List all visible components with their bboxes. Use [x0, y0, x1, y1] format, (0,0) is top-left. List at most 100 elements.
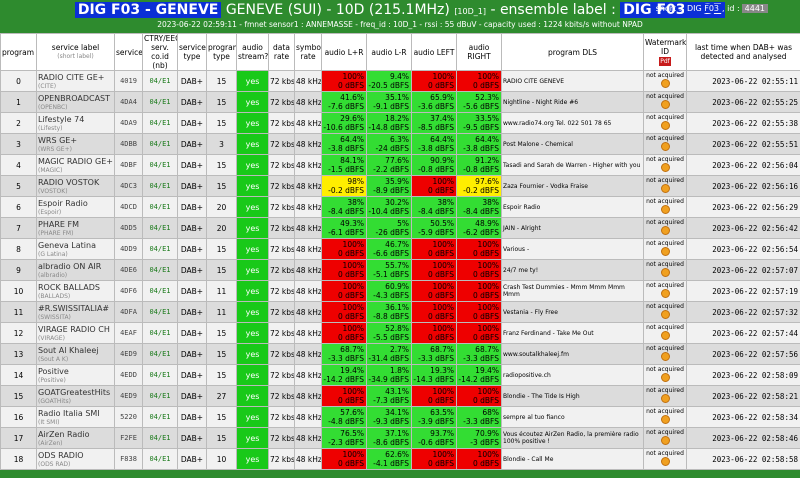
service-label: AirZen Radio	[38, 429, 90, 439]
table-row[interactable]: 13 Sout Al Khaleej (Sout A K) 4ED9 04/E1 DAB+…	[0, 343, 800, 365]
audio-right-level: 33.5% -9.5 dBFS	[456, 112, 502, 134]
table-row[interactable]: 6 Espoir Radio (Espoir) 4DCD 04/E1 DAB+ 20 yes 7…	[0, 196, 800, 218]
program-index: 15	[0, 385, 37, 407]
program-dls: www.soutalkhaleej.fm	[501, 343, 644, 365]
service-id: 4DD5	[114, 217, 143, 239]
service-label-cell: ODS RADIO (ODS RAD)	[36, 448, 115, 470]
program-type: 11	[206, 280, 237, 302]
audio-l-minus-r-dbfs: -31.4 dBFS	[368, 354, 409, 363]
col-service-label[interactable]: service label (short label)	[36, 33, 115, 71]
country-code: 04/E1	[142, 259, 178, 281]
audio-lr-dbfs: 0 dBFS	[337, 249, 364, 258]
audio-right-level: 100% 0 dBFS	[456, 301, 502, 323]
symbol-rate: 48 kHz	[294, 196, 322, 218]
data-rate: 72 kbs	[268, 175, 295, 197]
col-audio-stream[interactable]: audio stream?	[236, 33, 269, 71]
symbol-rate: 48 kHz	[294, 385, 322, 407]
audio-left-level: 100% 0 dBFS	[411, 259, 457, 281]
table-row[interactable]: 10 ROCK BALLADS (BALLADS) 4DF6 04/E1 DAB+ 11 ye…	[0, 280, 800, 302]
col-program-dls[interactable]: program DLS	[501, 33, 644, 71]
audio-left-level: 93.7% -0.6 dBFS	[411, 427, 457, 449]
audio-stream-status: yes	[236, 196, 269, 218]
table-row[interactable]: 5 RADIO VOSTOK (VOSTOK) 4DC3 04/E1 DAB+ 15 yes 7…	[0, 175, 800, 197]
audio-lr-level: 100% 0 dBFS	[321, 385, 367, 407]
program-dls: Crash Test Dummies - Mmm Mmm Mmm Mmm	[501, 280, 644, 302]
table-row[interactable]: 17 AirZen Radio (AirZen) F2FE 04/E1 DAB+ 15 yes…	[0, 427, 800, 449]
col-symbol-rate[interactable]: symbol rate	[294, 33, 322, 71]
service-id: 4ED9	[114, 343, 143, 365]
watermark-cell: not acquired	[643, 280, 687, 302]
col-audio-l-minus-r[interactable]: audio L-R	[366, 33, 412, 71]
col-service-id[interactable]: service id	[114, 33, 143, 71]
audio-left-percent: 100%	[432, 387, 454, 396]
table-row[interactable]: 2 Lifestyle 74 (Lifesty) 4DA9 04/E1 DAB+ 15 yes…	[0, 112, 800, 134]
program-index: 0	[0, 70, 37, 92]
col-country[interactable]: CTRY/EEC serv. co.id (nb)	[142, 33, 178, 71]
col-data-rate[interactable]: data rate	[268, 33, 295, 71]
audio-lr-percent: 100%	[342, 450, 364, 459]
program-type: 15	[206, 322, 237, 344]
audio-l-minus-r-percent: 9.4%	[389, 72, 409, 81]
audio-l-minus-r-percent: 5%	[397, 219, 409, 228]
program-type: 15	[206, 238, 237, 260]
table-row[interactable]: 4 MAGIC RADIO GE+ (MAGIC) 4DBF 04/E1 DAB+ 15 ye…	[0, 154, 800, 176]
last-detected-time: 2023-06-22 02:55:38	[686, 112, 800, 134]
watermark-status: not acquired	[646, 177, 684, 184]
watermark-status: not acquired	[646, 135, 684, 142]
audio-left-dbfs: -8.4 dBFS	[418, 207, 454, 216]
audio-left-level: 100% 0 dBFS	[411, 175, 457, 197]
table-row[interactable]: 15 GOATGreatestHits (GOATHits) 4ED9 04/E1 DAB…	[0, 385, 800, 407]
col-last-time[interactable]: last time when DAB+ was detected and ana…	[686, 33, 800, 71]
service-type: DAB+	[177, 217, 207, 239]
audio-l-minus-r-dbfs: -5.1 dBFS	[373, 270, 409, 279]
table-row[interactable]: 0 RADIO CITE GE+ (CITE) 4019 04/E1 DAB+ 15 yes 7…	[0, 70, 800, 92]
audio-lr-percent: 29.6%	[340, 114, 364, 123]
audio-left-percent: 65.9%	[430, 93, 454, 102]
watermark-status: not acquired	[646, 429, 684, 436]
audio-l-minus-r-level: 35.1% -9.1 dBFS	[366, 91, 412, 113]
col-program-type[interactable]: program type	[206, 33, 237, 71]
table-row[interactable]: 1 OPENBROADCAST (OPENBC) 4DA4 04/E1 DAB+ 15 yes…	[0, 91, 800, 113]
table-row[interactable]: 3 WRS GE+ (WRS GE+) 4DBB 04/E1 DAB+ 3 yes 72 kbs…	[0, 133, 800, 155]
watermark-status: not acquired	[646, 219, 684, 226]
program-index: 4	[0, 154, 37, 176]
audio-left-percent: 100%	[432, 177, 454, 186]
watermark-status: not acquired	[646, 282, 684, 289]
short-label: (albradio)	[38, 271, 68, 279]
status-dot-icon	[660, 163, 670, 172]
short-label: (It SMI)	[38, 418, 60, 426]
symbol-rate: 48 kHz	[294, 112, 322, 134]
table-row[interactable]: 16 Radio Italia SMI (It SMI) 5220 04/E1 DAB+ 1…	[0, 406, 800, 428]
short-label: (BALLADS)	[38, 292, 71, 300]
table-row[interactable]: 11 #R.SWISSITALIA# (SWISSITA) 4DFA 04/E1 DAB+…	[0, 301, 800, 323]
col-audio-right[interactable]: audio RIGHT	[456, 33, 502, 71]
program-type: 15	[206, 427, 237, 449]
short-label: (Positive)	[38, 376, 66, 384]
table-row[interactable]: 7 PHARE FM (PHARE FM) 4DD5 04/E1 DAB+ 20 yes 72 …	[0, 217, 800, 239]
watermark-cell: not acquired	[643, 322, 687, 344]
table-row[interactable]: 14 Positive (Positive) 4EDD 04/E1 DAB+ 15 yes 72…	[0, 364, 800, 386]
table-row[interactable]: 9 albradio ON AIR (albradio) 4DE6 04/E1 DAB+ 1…	[0, 259, 800, 281]
audio-right-percent: 64.4%	[475, 135, 499, 144]
short-label: (VOSTOK)	[38, 187, 68, 195]
symbol-rate: 48 kHz	[294, 301, 322, 323]
program-index: 16	[0, 406, 37, 428]
audio-right-level: 100% 0 dBFS	[456, 238, 502, 260]
audio-l-minus-r-percent: 46.7%	[385, 240, 409, 249]
data-rate: 72 kbs	[268, 322, 295, 344]
table-row[interactable]: 12 VIRAGE RADIO CH (VIRAGE) 4EAF 04/E1 DAB+ 15…	[0, 322, 800, 344]
table-row[interactable]: 18 ODS RADIO (ODS RAD) F838 04/E1 DAB+ 10 yes 72…	[0, 448, 800, 470]
col-program-index[interactable]: program index	[0, 33, 37, 71]
col-service-type[interactable]: service type	[177, 33, 207, 71]
col-watermark[interactable]: Watermark ID Pdf	[643, 33, 687, 71]
audio-lr-dbfs: -0.2 dBFS	[328, 186, 364, 195]
symbol-rate: 48 kHz	[294, 154, 322, 176]
table-row[interactable]: 8 Geneva Latina (G Latina) 4DD9 04/E1 DAB+ 15 y…	[0, 238, 800, 260]
audio-right-percent: 100%	[477, 387, 499, 396]
audio-stream-status: yes	[236, 259, 269, 281]
audio-l-minus-r-level: 9.4% -20.5 dBFS	[366, 70, 412, 92]
col-audio-left[interactable]: audio LEFT	[411, 33, 457, 71]
audio-right-level: 97.6% -0.2 dBFS	[456, 175, 502, 197]
col-audio-lr[interactable]: audio L+R	[321, 33, 367, 71]
watermark-file-icon[interactable]: Pdf	[659, 57, 671, 66]
